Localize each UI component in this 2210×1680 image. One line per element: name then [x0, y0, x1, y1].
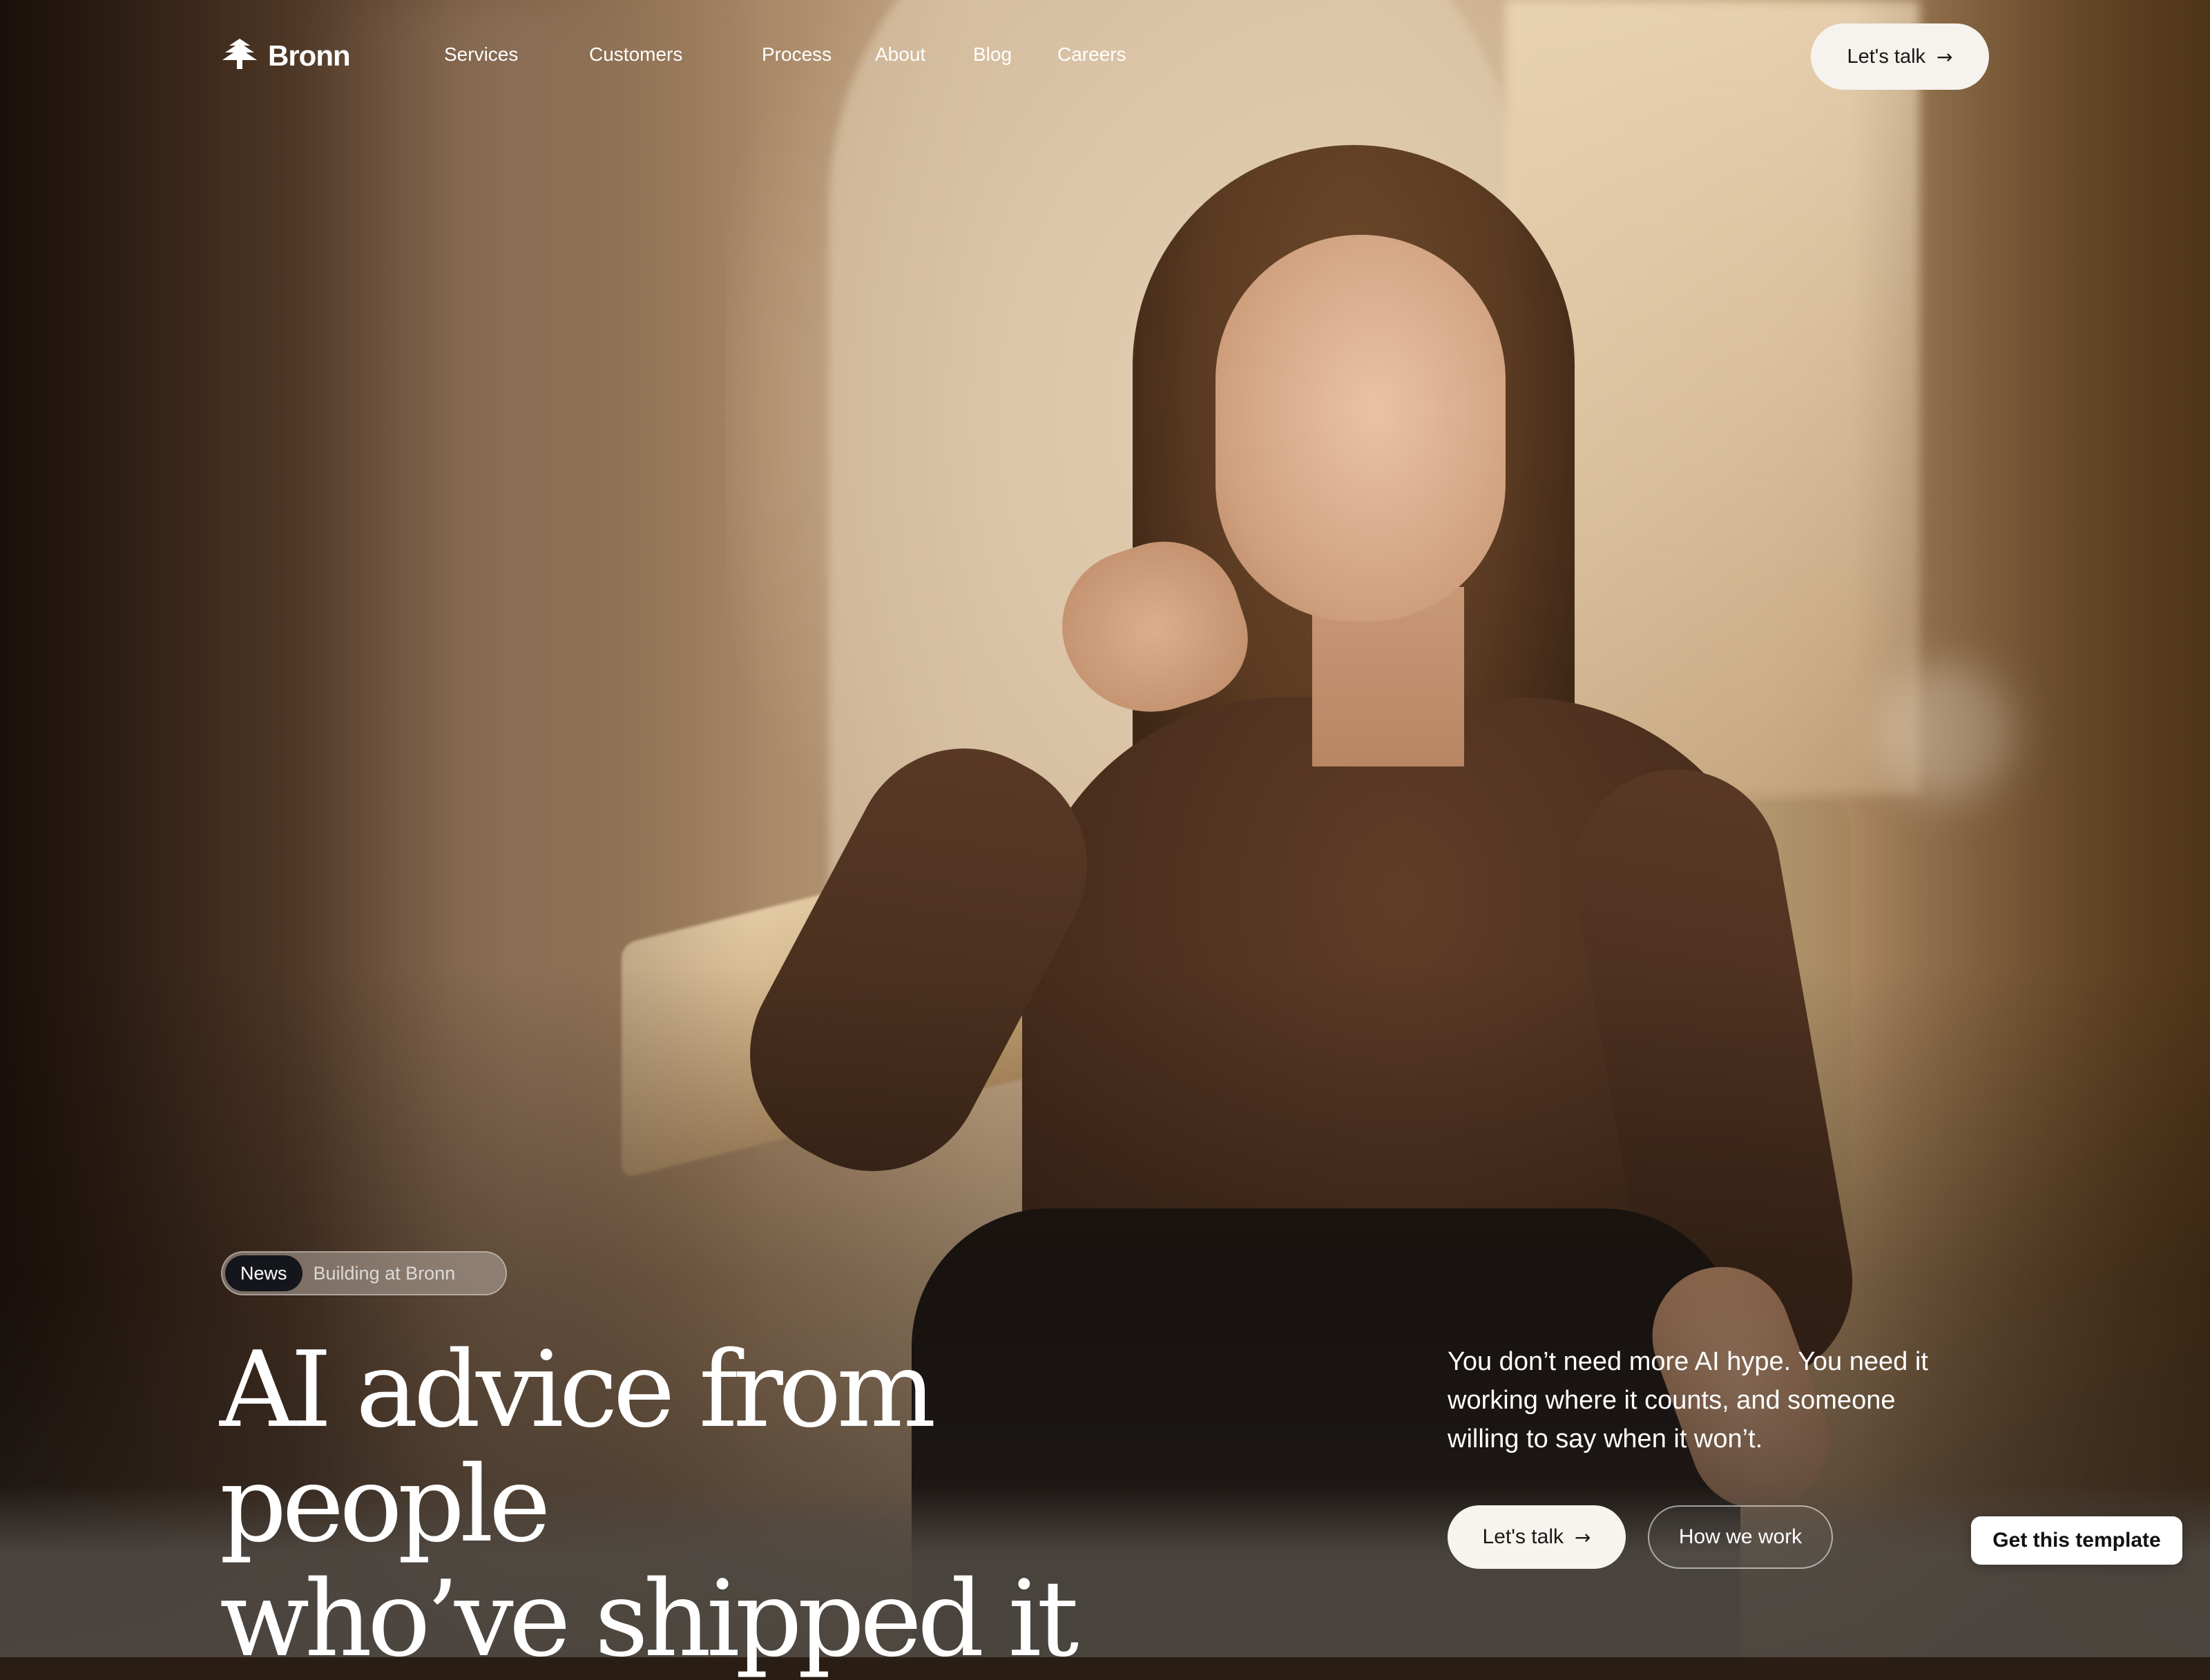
news-text: Building at Bronn — [313, 1262, 456, 1284]
pine-tree-icon — [221, 37, 258, 74]
lets-talk-header-button[interactable]: Let's talk → — [1811, 23, 1989, 90]
hero-headline: AI advice from people who’ve shipped it — [220, 1333, 1256, 1677]
news-badge[interactable]: News Building at Bronn — [221, 1251, 507, 1295]
lets-talk-button[interactable]: Let's talk → — [1448, 1505, 1626, 1569]
main-menu: Services Customers Process About Blog Ca… — [444, 44, 1126, 66]
brand-name: Bronn — [268, 39, 351, 72]
nav-link-process[interactable]: Process — [762, 44, 875, 66]
news-tag: News — [225, 1255, 302, 1291]
nav-link-services[interactable]: Services — [444, 44, 589, 66]
arrow-right-icon: → — [1574, 1525, 1591, 1549]
nav-link-blog[interactable]: Blog — [973, 44, 1057, 66]
arrow-right-icon: → — [1937, 45, 1953, 68]
headline-line-1: AI advice from people — [220, 1329, 936, 1565]
top-navigation: Bronn Services Customers Process About B… — [0, 0, 2210, 110]
brand-logo[interactable]: Bronn — [221, 37, 351, 74]
lets-talk-label: Let's talk — [1482, 1525, 1564, 1548]
headline-line-2: who’ve shipped it — [220, 1558, 1079, 1680]
hero-description: You don’t need more AI hype. You need it… — [1448, 1347, 1928, 1454]
nav-link-customers[interactable]: Customers — [589, 44, 762, 66]
nav-link-careers[interactable]: Careers — [1057, 44, 1126, 66]
get-template-button[interactable]: Get this template — [1971, 1516, 2182, 1565]
lets-talk-header-label: Let's talk — [1847, 45, 1926, 68]
nav-link-about[interactable]: About — [875, 44, 973, 66]
how-we-work-button[interactable]: How we work — [1648, 1505, 1833, 1569]
